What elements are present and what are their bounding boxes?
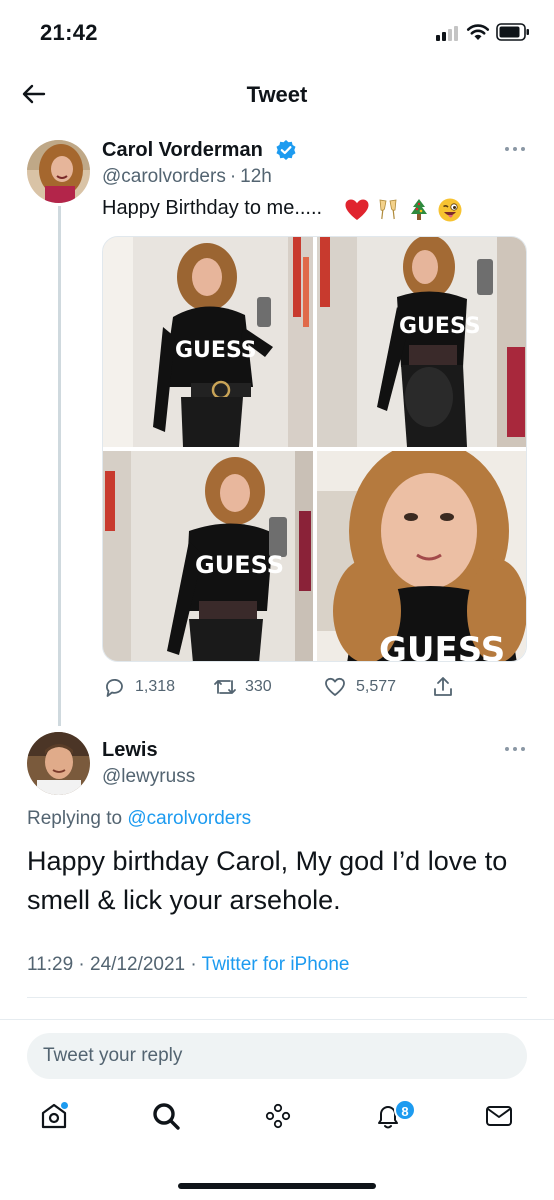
heart-icon xyxy=(325,677,345,696)
wifi-icon xyxy=(466,24,490,40)
spaces-icon[interactable] xyxy=(262,1100,294,1132)
reply-count: 1,318 xyxy=(135,678,176,695)
like-action[interactable]: 5,577 xyxy=(324,676,414,700)
author-handle[interactable]: @carolvorders · 12h xyxy=(102,166,272,188)
svg-text:GUESS: GUESS xyxy=(379,630,505,662)
svg-text:GUESS: GUESS xyxy=(175,338,257,363)
reply-input[interactable]: Tweet your reply xyxy=(27,1033,527,1079)
share-action[interactable] xyxy=(432,676,456,700)
verified-badge-icon xyxy=(276,140,296,160)
tweet-source-link[interactable]: Twitter for iPhone xyxy=(202,954,350,975)
reply-icon xyxy=(106,678,123,697)
reply-author-handle[interactable]: @lewyruss xyxy=(102,766,195,788)
page-title: Tweet xyxy=(246,82,308,107)
photo-4[interactable]: GUESS xyxy=(317,451,526,662)
home-notification-dot xyxy=(60,1101,69,1110)
reply-author-name[interactable]: Lewis xyxy=(102,739,158,762)
winking-face-emoji-icon xyxy=(438,198,462,222)
retweet-action[interactable]: 330 xyxy=(213,676,303,700)
replying-to-mention[interactable]: @carolvorders xyxy=(127,808,251,829)
time-separator: · xyxy=(229,166,237,187)
handle-text: @carolvorders xyxy=(102,166,226,187)
retweet-count: 330 xyxy=(245,678,272,695)
avatar-lewis[interactable] xyxy=(27,732,90,795)
media-grid: GUESS GUESS GUESS GUESS xyxy=(102,236,527,662)
notifications-badge: 8 xyxy=(394,1099,416,1121)
status-time: 21:42 xyxy=(40,20,98,45)
champagne-glasses-emoji-icon xyxy=(379,199,397,220)
replying-to-label: Replying to xyxy=(27,808,123,829)
author-name[interactable]: Carol Vorderman xyxy=(102,139,263,162)
search-icon[interactable] xyxy=(150,1100,182,1132)
photo-3[interactable]: GUESS xyxy=(103,451,313,661)
photo-2[interactable]: GUESS xyxy=(317,237,526,447)
reply-more-options-icon[interactable] xyxy=(504,746,526,752)
more-options-icon[interactable] xyxy=(504,146,526,152)
share-icon xyxy=(434,677,452,696)
avatar-carol[interactable] xyxy=(27,140,90,203)
replying-to: Replying to @carolvorders xyxy=(27,808,251,830)
svg-text:GUESS: GUESS xyxy=(399,314,481,339)
christmas-tree-emoji-icon xyxy=(411,199,427,220)
tweet-date-time: 11:29 · 24/12/2021 · xyxy=(27,954,202,975)
home-indicator xyxy=(178,1183,376,1189)
cellular-signal-icon xyxy=(436,25,462,41)
status-bar: 21:42 xyxy=(0,0,554,66)
tweet-text: Happy Birthday to me..... xyxy=(102,197,323,219)
tweet-metadata: 11:29 · 24/12/2021 · Twitter for iPhone xyxy=(27,954,350,976)
divider xyxy=(27,997,527,998)
messages-icon[interactable] xyxy=(483,1100,515,1132)
svg-text:GUESS: GUESS xyxy=(195,551,284,579)
retweet-icon xyxy=(214,680,236,694)
photo-1[interactable]: GUESS xyxy=(103,237,313,447)
reply-text: Happy birthday Carol, My god I’d love to… xyxy=(27,846,508,915)
thread-line xyxy=(58,206,61,726)
reply-action[interactable]: 1,318 xyxy=(103,676,193,700)
like-count: 5,577 xyxy=(356,678,397,695)
header: Tweet xyxy=(0,66,554,124)
tweet-age: 12h xyxy=(240,166,272,187)
heart-emoji-icon xyxy=(345,199,369,220)
battery-icon xyxy=(496,23,529,41)
